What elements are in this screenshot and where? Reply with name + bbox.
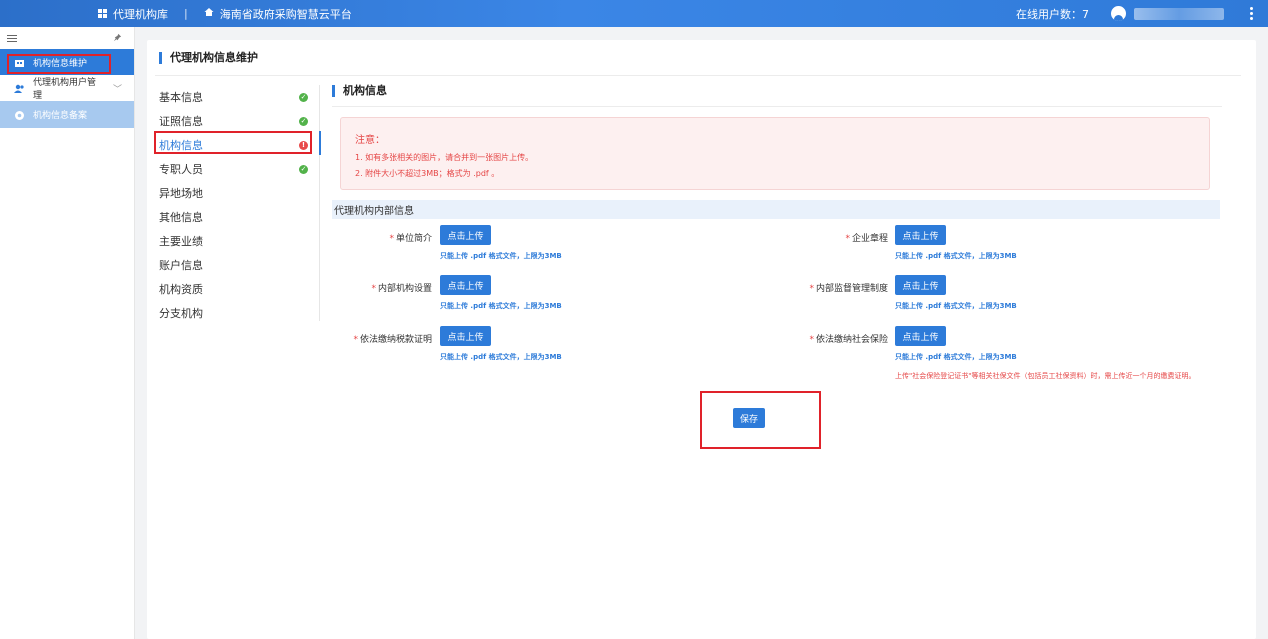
upload-button[interactable]: 点击上传 [440, 326, 491, 346]
app-name[interactable]: 代理机构库 [113, 6, 168, 22]
tab-basic-info[interactable]: 基本信息 ✓ [147, 85, 320, 109]
field-label: * 依法缴纳税款证明 [353, 335, 432, 345]
users-icon [14, 84, 25, 93]
field-label: * 内部监督管理制度 [809, 284, 888, 294]
group-title: 代理机构内部信息 [332, 200, 1220, 219]
sidebar-header [0, 27, 134, 49]
tab-label: 分支机构 [159, 307, 203, 320]
tab-staff[interactable]: 专职人员 ✓ [147, 157, 320, 181]
field-label: * 单位简介 [389, 234, 432, 244]
scrollbar[interactable] [1256, 40, 1268, 639]
upload-tip: 只能上传 .pdf 格式文件，上限为3MB [440, 252, 562, 260]
tab-qualification[interactable]: 机构资质 [147, 277, 320, 301]
upload-button[interactable]: 点击上传 [895, 275, 946, 295]
sidebar-item-label: 代理机构用户管理 [33, 78, 97, 101]
divider [155, 75, 1241, 76]
field-internal-supervision: * 内部监督管理制度 [732, 275, 888, 295]
notice-line: 2. 附件大小不超过3MB；格式为 .pdf 。 [355, 169, 500, 178]
field-tax-certificate: * 依法缴纳税款证明 [332, 326, 432, 346]
tab-label: 基本信息 [159, 91, 203, 104]
upload-button[interactable]: 点击上传 [895, 326, 946, 346]
tab-label: 专职人员 [159, 163, 203, 176]
upload-button[interactable]: 点击上传 [440, 275, 491, 295]
tab-license-info[interactable]: 证照信息 ✓ [147, 109, 320, 133]
sub-nav-active-indicator [319, 131, 321, 155]
tab-other-info[interactable]: 其他信息 [147, 205, 320, 229]
tab-label: 主要业绩 [159, 235, 203, 248]
divider [332, 106, 1222, 107]
sidebar-item-label: 机构信息备案 [33, 111, 88, 121]
online-users-count: 在线用户数：7 [1016, 7, 1089, 21]
upload-button[interactable]: 点击上传 [895, 225, 946, 245]
tab-label: 其他信息 [159, 211, 203, 224]
top-bar: 代理机构库 | 海南省政府采购智慧云平台 在线用户数：7 [0, 0, 1268, 27]
tab-label: 账户信息 [159, 259, 203, 272]
highlight-box [7, 54, 111, 74]
user-name[interactable] [1134, 7, 1224, 20]
home-icon [204, 7, 214, 20]
notice-title: 注意： [355, 135, 385, 146]
sidebar-item-user-management[interactable]: 代理机构用户管理 ﹀ [0, 75, 134, 101]
tab-performance[interactable]: 主要业绩 [147, 229, 320, 253]
social-insurance-warning: 上传"社会保险登记证书"等相关社保文件（包括员工社保资料）时，需上传近一个月的缴… [895, 372, 1196, 380]
platform-name[interactable]: 海南省政府采购智慧云平台 [220, 6, 352, 22]
notice-box: 注意： 1. 如有多张相关的图片，请合并到一张图片上传。 2. 附件大小不超过3… [340, 117, 1210, 190]
sidebar-item-org-filing[interactable]: 机构信息备案 [0, 101, 134, 128]
field-label: * 内部机构设置 [371, 284, 432, 294]
sidebar: 机构信息维护 代理机构用户管理 ﹀ 机构信息备案 [0, 27, 135, 639]
tab-remote-site[interactable]: 异地场地 [147, 181, 320, 205]
upload-tip: 只能上传 .pdf 格式文件，上限为3MB [895, 252, 1017, 260]
grid-icon[interactable] [98, 9, 107, 18]
page-title: 代理机构信息维护 [159, 52, 258, 64]
tab-account-info[interactable]: 账户信息 [147, 253, 320, 277]
sub-nav: 基本信息 ✓ 证照信息 ✓ 机构信息 ! 专职人员 ✓ 异地场地 其他信息 主要… [147, 85, 320, 325]
top-bar-breadcrumb: 代理机构库 | 海南省政府采购智慧云平台 [98, 0, 352, 27]
upload-tip: 只能上传 .pdf 格式文件，上限为3MB [440, 353, 562, 361]
field-label: * 企业章程 [845, 234, 888, 244]
sub-nav-divider [319, 85, 320, 321]
section-title: 机构信息 [332, 85, 387, 97]
field-social-insurance: * 依法缴纳社会保险 [732, 326, 888, 346]
chevron-down-icon[interactable]: ﹀ [113, 82, 122, 95]
check-icon: ✓ [299, 164, 308, 174]
field-company-profile: * 单位简介 [332, 225, 432, 245]
top-bar-user: 在线用户数：7 [1016, 0, 1254, 27]
tab-branches[interactable]: 分支机构 [147, 301, 320, 325]
field-label: * 依法缴纳社会保险 [809, 335, 888, 345]
avatar[interactable] [1111, 6, 1126, 21]
upload-button[interactable]: 点击上传 [440, 225, 491, 245]
more-menu-icon[interactable] [1250, 7, 1254, 20]
tab-label: 证照信息 [159, 115, 203, 128]
field-internal-structure: * 内部机构设置 [332, 275, 432, 295]
check-icon: ✓ [299, 116, 308, 126]
gear-icon [14, 110, 25, 120]
separator: | [184, 7, 188, 20]
tab-label: 异地场地 [159, 187, 203, 200]
highlight-box [700, 391, 821, 449]
upload-tip: 只能上传 .pdf 格式文件，上限为3MB [440, 302, 562, 310]
check-icon: ✓ [299, 92, 308, 102]
upload-tip: 只能上传 .pdf 格式文件，上限为3MB [895, 302, 1017, 310]
pin-icon[interactable] [113, 31, 122, 45]
menu-toggle-icon[interactable] [7, 34, 17, 42]
highlight-box [154, 131, 312, 154]
field-articles-of-association: * 企业章程 [732, 225, 888, 245]
main-panel: 代理机构信息维护 基本信息 ✓ 证照信息 ✓ 机构信息 ! 专职人员 ✓ 异地场… [147, 40, 1256, 639]
notice-line: 1. 如有多张相关的图片，请合并到一张图片上传。 [355, 153, 534, 162]
tab-label: 机构资质 [159, 283, 203, 296]
upload-tip: 只能上传 .pdf 格式文件，上限为3MB [895, 353, 1017, 361]
